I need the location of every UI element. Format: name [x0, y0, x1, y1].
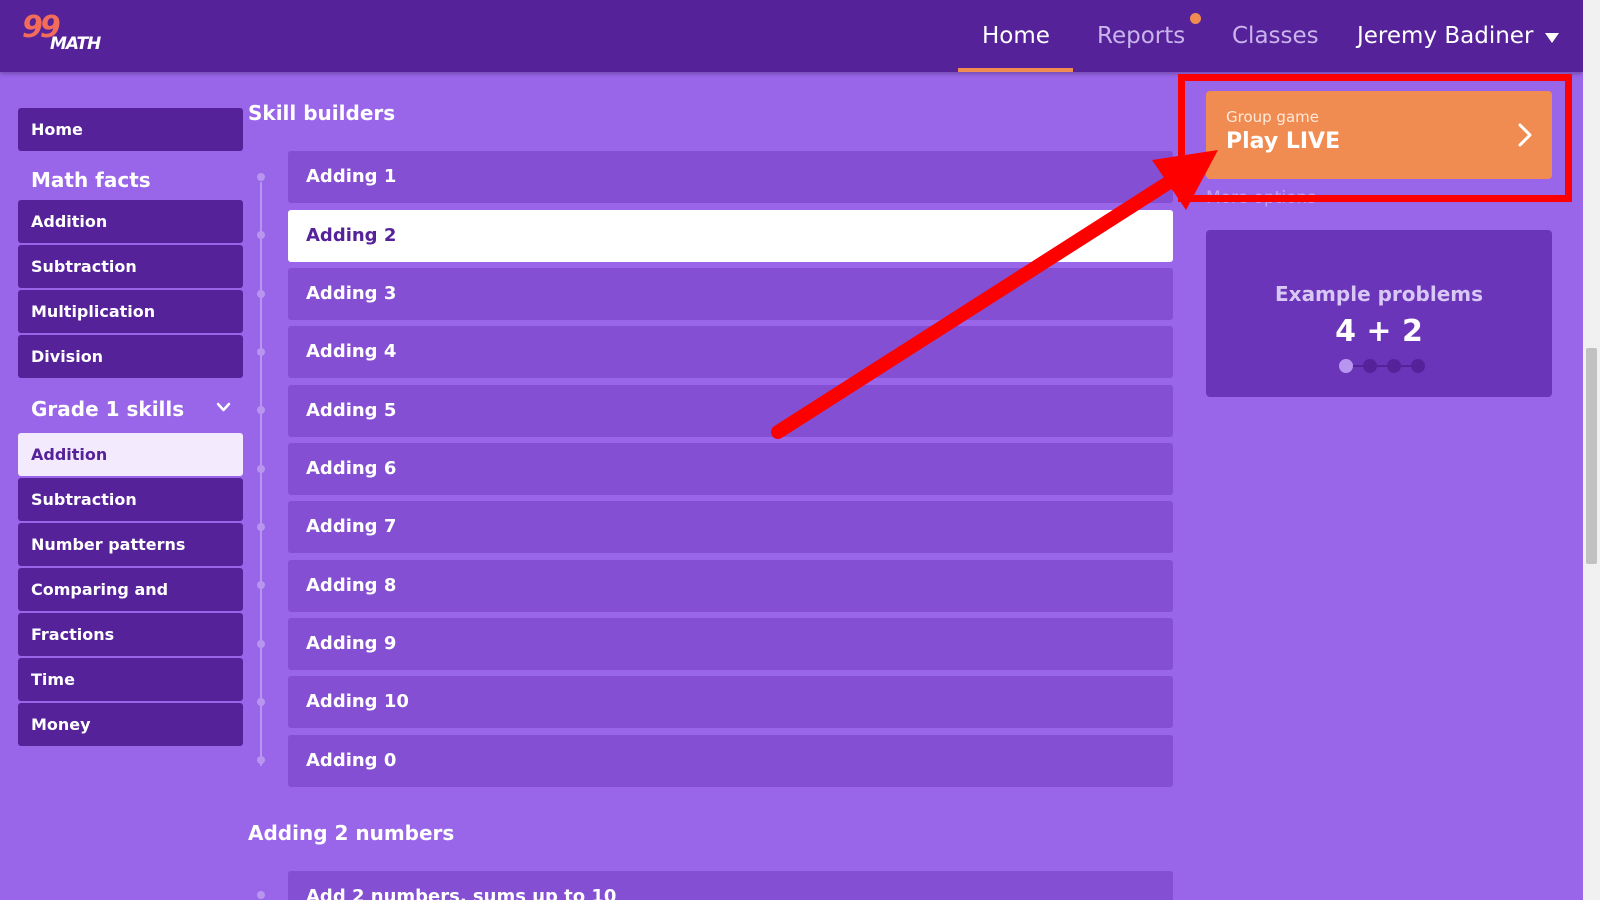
chevron-down-icon[interactable]: [216, 400, 231, 415]
sidebar-math-facts-addition[interactable]: Addition: [18, 200, 243, 243]
caret-down-icon[interactable]: [1545, 33, 1559, 43]
example-problem: 4 + 2: [1335, 314, 1423, 349]
math-facts-heading: Math facts: [31, 168, 151, 192]
nav-reports[interactable]: Reports: [1097, 0, 1185, 72]
sidebar-math-facts-multiplication[interactable]: Multiplication: [18, 290, 243, 333]
sidebar-grade-money[interactable]: Money: [18, 703, 243, 746]
timeline-dot: [257, 231, 265, 239]
grade-skills-heading[interactable]: Grade 1 skills: [31, 397, 184, 421]
skill-adding-3[interactable]: Adding 3: [288, 268, 1173, 320]
timeline-dot: [257, 523, 265, 531]
sidebar-math-facts-subtraction[interactable]: Subtraction: [18, 245, 243, 288]
skill-adding-0[interactable]: Adding 0: [288, 735, 1173, 787]
skill-adding-10[interactable]: Adding 10: [288, 676, 1173, 728]
logo-word: MATH: [50, 34, 101, 54]
sidebar-grade-subtraction[interactable]: Subtraction: [18, 478, 243, 521]
sidebar-grade-comparing-ordering[interactable]: Comparing and ordering: [18, 568, 243, 642]
skill-adding-9[interactable]: Adding 9: [288, 618, 1173, 670]
timeline-dot: [257, 891, 265, 899]
sidebar-math-facts-division[interactable]: Division: [18, 335, 243, 378]
skill-adding-7[interactable]: Adding 7: [288, 501, 1173, 553]
user-menu[interactable]: Jeremy Badiner: [1357, 0, 1533, 72]
skill-adding-4[interactable]: Adding 4: [288, 326, 1173, 378]
skill-add-2-numbers-up-to-10[interactable]: Add 2 numbers, sums up to 10: [288, 871, 1173, 900]
annotation-highlight-box: [1178, 74, 1572, 202]
adding-two-numbers-title: Adding 2 numbers: [248, 821, 455, 845]
example-problems-title: Example problems: [1275, 282, 1483, 306]
timeline-dot: [257, 756, 265, 764]
timeline-dot: [257, 698, 265, 706]
sidebar-grade-addition[interactable]: Addition: [18, 433, 243, 476]
example-problems-card: Example problems 4 + 2: [1206, 230, 1552, 397]
nav-active-indicator: [958, 68, 1073, 72]
skill-adding-8[interactable]: Adding 8: [288, 560, 1173, 612]
nav-home[interactable]: Home: [982, 0, 1050, 72]
timeline-dot: [257, 640, 265, 648]
99math-logo[interactable]: 99 MATH: [22, 10, 112, 60]
carousel-dot-2[interactable]: [1363, 359, 1377, 373]
carousel-dot-4[interactable]: [1411, 359, 1425, 373]
skill-adding-6[interactable]: Adding 6: [288, 443, 1173, 495]
timeline-dot: [257, 173, 265, 181]
sidebar-grade-fractions[interactable]: Fractions: [18, 613, 243, 656]
nav-classes[interactable]: Classes: [1232, 0, 1319, 72]
skill-builders-title: Skill builders: [248, 101, 396, 125]
skill-adding-2[interactable]: Adding 2: [288, 210, 1173, 262]
timeline-dot: [257, 406, 265, 414]
carousel-track: [1344, 365, 1416, 367]
sidebar-grade-time[interactable]: Time: [18, 658, 243, 701]
timeline-dot: [257, 581, 265, 589]
timeline-dot: [257, 348, 265, 356]
timeline-dot: [257, 465, 265, 473]
carousel-dot-3[interactable]: [1387, 359, 1401, 373]
top-nav-bar: 99 MATH Home Reports Classes Jeremy Badi…: [0, 0, 1583, 72]
carousel-dot-1[interactable]: [1339, 359, 1353, 373]
reports-notification-dot: [1190, 13, 1201, 24]
timeline-line: [260, 182, 262, 766]
sidebar-grade-number-patterns[interactable]: Number patterns: [18, 523, 243, 566]
skill-adding-1[interactable]: Adding 1: [288, 151, 1173, 203]
sidebar-home[interactable]: Home: [18, 108, 243, 151]
scrollbar-thumb[interactable]: [1586, 348, 1597, 564]
timeline-dot: [257, 290, 265, 298]
skill-adding-5[interactable]: Adding 5: [288, 385, 1173, 437]
